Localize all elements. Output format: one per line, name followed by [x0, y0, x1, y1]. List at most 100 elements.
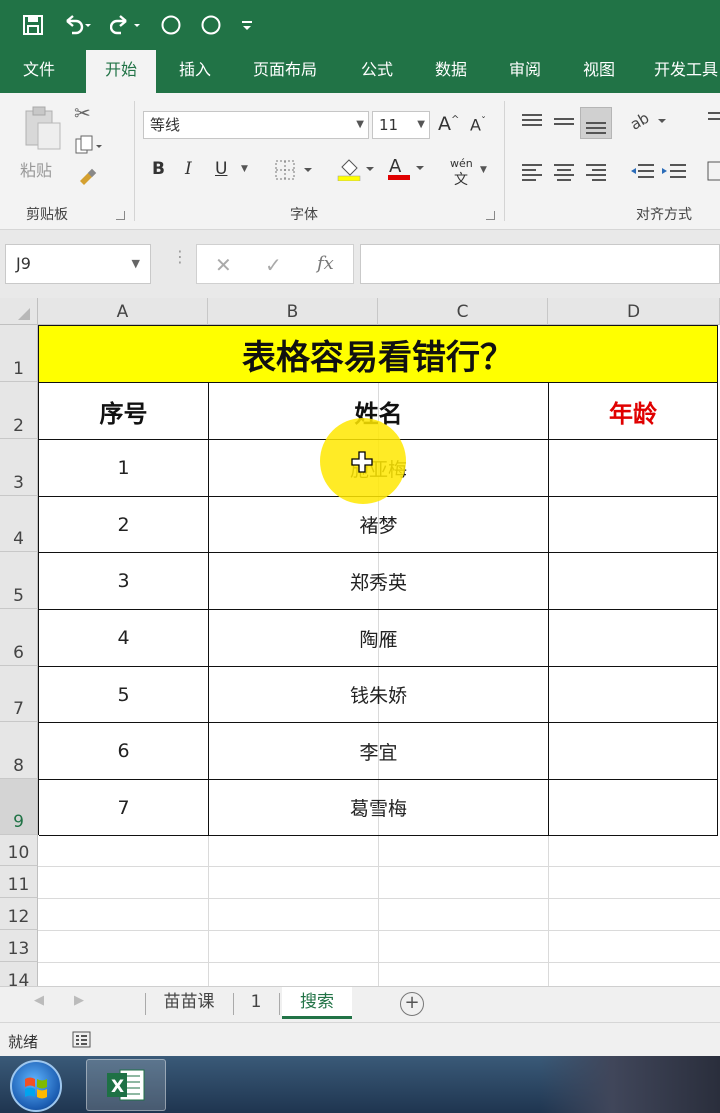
sheet-tab-1[interactable]: 苗苗课: [148, 987, 230, 1019]
italic-button[interactable]: I: [185, 161, 192, 178]
table-cell-age[interactable]: [549, 780, 718, 836]
align-center-icon[interactable]: [552, 161, 576, 183]
font-launcher-icon[interactable]: [486, 211, 495, 220]
undo-icon[interactable]: [62, 14, 92, 36]
tab-data[interactable]: 数据: [418, 50, 484, 93]
font-color-icon[interactable]: A: [386, 155, 428, 185]
circle-icon[interactable]: [200, 14, 222, 36]
table-cell-name[interactable]: 葛雪梅: [209, 780, 549, 836]
add-sheet-icon[interactable]: +: [400, 992, 424, 1016]
row-header-3[interactable]: 3: [0, 439, 38, 496]
font-size-select[interactable]: 11 ▼: [372, 111, 430, 139]
copy-icon[interactable]: [74, 135, 102, 161]
insert-function-icon[interactable]: fx: [317, 253, 334, 274]
column-header-c[interactable]: C: [378, 298, 548, 325]
windows-start-icon[interactable]: [10, 1060, 62, 1112]
table-cell-name[interactable]: 褚梦: [209, 497, 549, 553]
customize-icon[interactable]: [240, 18, 254, 32]
table-cell-seq[interactable]: 4: [39, 610, 209, 667]
formula-input[interactable]: [360, 244, 720, 284]
tab-file[interactable]: 文件: [0, 50, 78, 93]
align-middle-icon[interactable]: [552, 113, 576, 133]
row-header-6[interactable]: 6: [0, 609, 38, 666]
row-header-4[interactable]: 4: [0, 496, 38, 552]
tab-developer[interactable]: 开发工具: [640, 50, 720, 93]
align-bottom-icon[interactable]: [580, 107, 612, 139]
sheet-tab-3[interactable]: 搜索: [282, 987, 352, 1019]
table-cell-seq[interactable]: 7: [39, 780, 209, 836]
header-seq[interactable]: 序号: [39, 383, 209, 440]
tab-home[interactable]: 开始: [86, 50, 156, 93]
align-left-icon[interactable]: [520, 161, 544, 183]
tab-formulas[interactable]: 公式: [344, 50, 410, 93]
sheet-tab-2[interactable]: 1: [236, 987, 276, 1019]
table-cell-name[interactable]: 钱朱娇: [209, 667, 549, 723]
cancel-icon[interactable]: ✕: [215, 253, 232, 277]
table-cell-age[interactable]: [549, 610, 718, 667]
table-cell-seq[interactable]: 6: [39, 723, 209, 780]
row-header-5[interactable]: 5: [0, 552, 38, 609]
title-cell[interactable]: 表格容易看错行？: [39, 326, 718, 383]
tab-page-layout[interactable]: 页面布局: [236, 50, 334, 93]
tab-insert[interactable]: 插入: [160, 50, 230, 93]
header-age[interactable]: 年龄: [549, 383, 718, 440]
table-cell-age[interactable]: [549, 497, 718, 553]
row-header-1[interactable]: 1: [0, 325, 38, 382]
row-header-14[interactable]: 14: [0, 962, 38, 986]
row-header-8[interactable]: 8: [0, 722, 38, 779]
macro-record-icon[interactable]: [72, 1031, 92, 1049]
table-cell-seq[interactable]: 5: [39, 667, 209, 723]
table-cell-name[interactable]: 郑秀英: [209, 553, 549, 610]
save-icon[interactable]: [22, 14, 44, 36]
wrap-text-icon[interactable]: [706, 109, 720, 133]
table-cell-age[interactable]: [549, 553, 718, 610]
tab-view[interactable]: 视图: [566, 50, 632, 93]
row-header-13[interactable]: 13: [0, 930, 38, 962]
tab-review[interactable]: 审阅: [492, 50, 558, 93]
column-header-d[interactable]: D: [548, 298, 720, 325]
scroll-right-icon[interactable]: ▶: [74, 993, 84, 1008]
table-cell-age[interactable]: [549, 440, 718, 497]
format-painter-icon[interactable]: [76, 167, 98, 193]
table-cell-age[interactable]: [549, 667, 718, 723]
row-header-10[interactable]: 10: [0, 835, 38, 866]
enter-icon[interactable]: ✓: [265, 253, 282, 277]
underline-button[interactable]: U: [215, 161, 227, 178]
table-cell-seq[interactable]: 1: [39, 440, 209, 497]
row-header-9[interactable]: 9: [0, 779, 38, 835]
table-cell-seq[interactable]: 3: [39, 553, 209, 610]
circle-icon[interactable]: [160, 14, 182, 36]
fill-color-icon[interactable]: [336, 157, 378, 185]
column-header-b[interactable]: B: [208, 298, 378, 325]
increase-indent-icon[interactable]: [660, 161, 688, 183]
clipboard-launcher-icon[interactable]: [116, 211, 125, 220]
bold-button[interactable]: B: [152, 161, 165, 178]
column-header-a[interactable]: A: [38, 298, 208, 325]
scroll-left-icon[interactable]: ◀: [34, 993, 44, 1008]
row-header-12[interactable]: 12: [0, 898, 38, 930]
table-cell-name[interactable]: 陶雁: [209, 610, 549, 667]
phonetic-guide-button[interactable]: wén 文 ▼: [448, 157, 492, 188]
table-cell-name[interactable]: 李宜: [209, 723, 549, 780]
name-box[interactable]: J9 ▼: [5, 244, 151, 284]
orientation-icon[interactable]: ab: [628, 109, 668, 133]
row-header-7[interactable]: 7: [0, 666, 38, 722]
excel-taskbar-button[interactable]: X: [86, 1059, 166, 1111]
decrease-font-icon[interactable]: Aˇ: [470, 117, 486, 133]
row-header-11[interactable]: 11: [0, 866, 38, 898]
row-header-2[interactable]: 2: [0, 382, 38, 439]
increase-font-icon[interactable]: A^: [438, 115, 459, 134]
decrease-indent-icon[interactable]: [628, 161, 656, 183]
chevron-down-icon[interactable]: ▼: [241, 165, 248, 174]
table-cell-age[interactable]: [549, 723, 718, 780]
border-icon[interactable]: [274, 159, 314, 185]
align-right-icon[interactable]: [584, 161, 608, 183]
select-all-corner[interactable]: [0, 298, 38, 325]
font-name-select[interactable]: 等线 ▼: [143, 111, 369, 139]
merge-cells-icon[interactable]: [706, 159, 720, 183]
align-top-icon[interactable]: [520, 111, 544, 131]
cut-icon[interactable]: ✂: [74, 103, 91, 123]
table-cell-seq[interactable]: 2: [39, 497, 209, 553]
paste-button[interactable]: 粘贴: [16, 101, 66, 181]
redo-icon[interactable]: [110, 14, 142, 36]
